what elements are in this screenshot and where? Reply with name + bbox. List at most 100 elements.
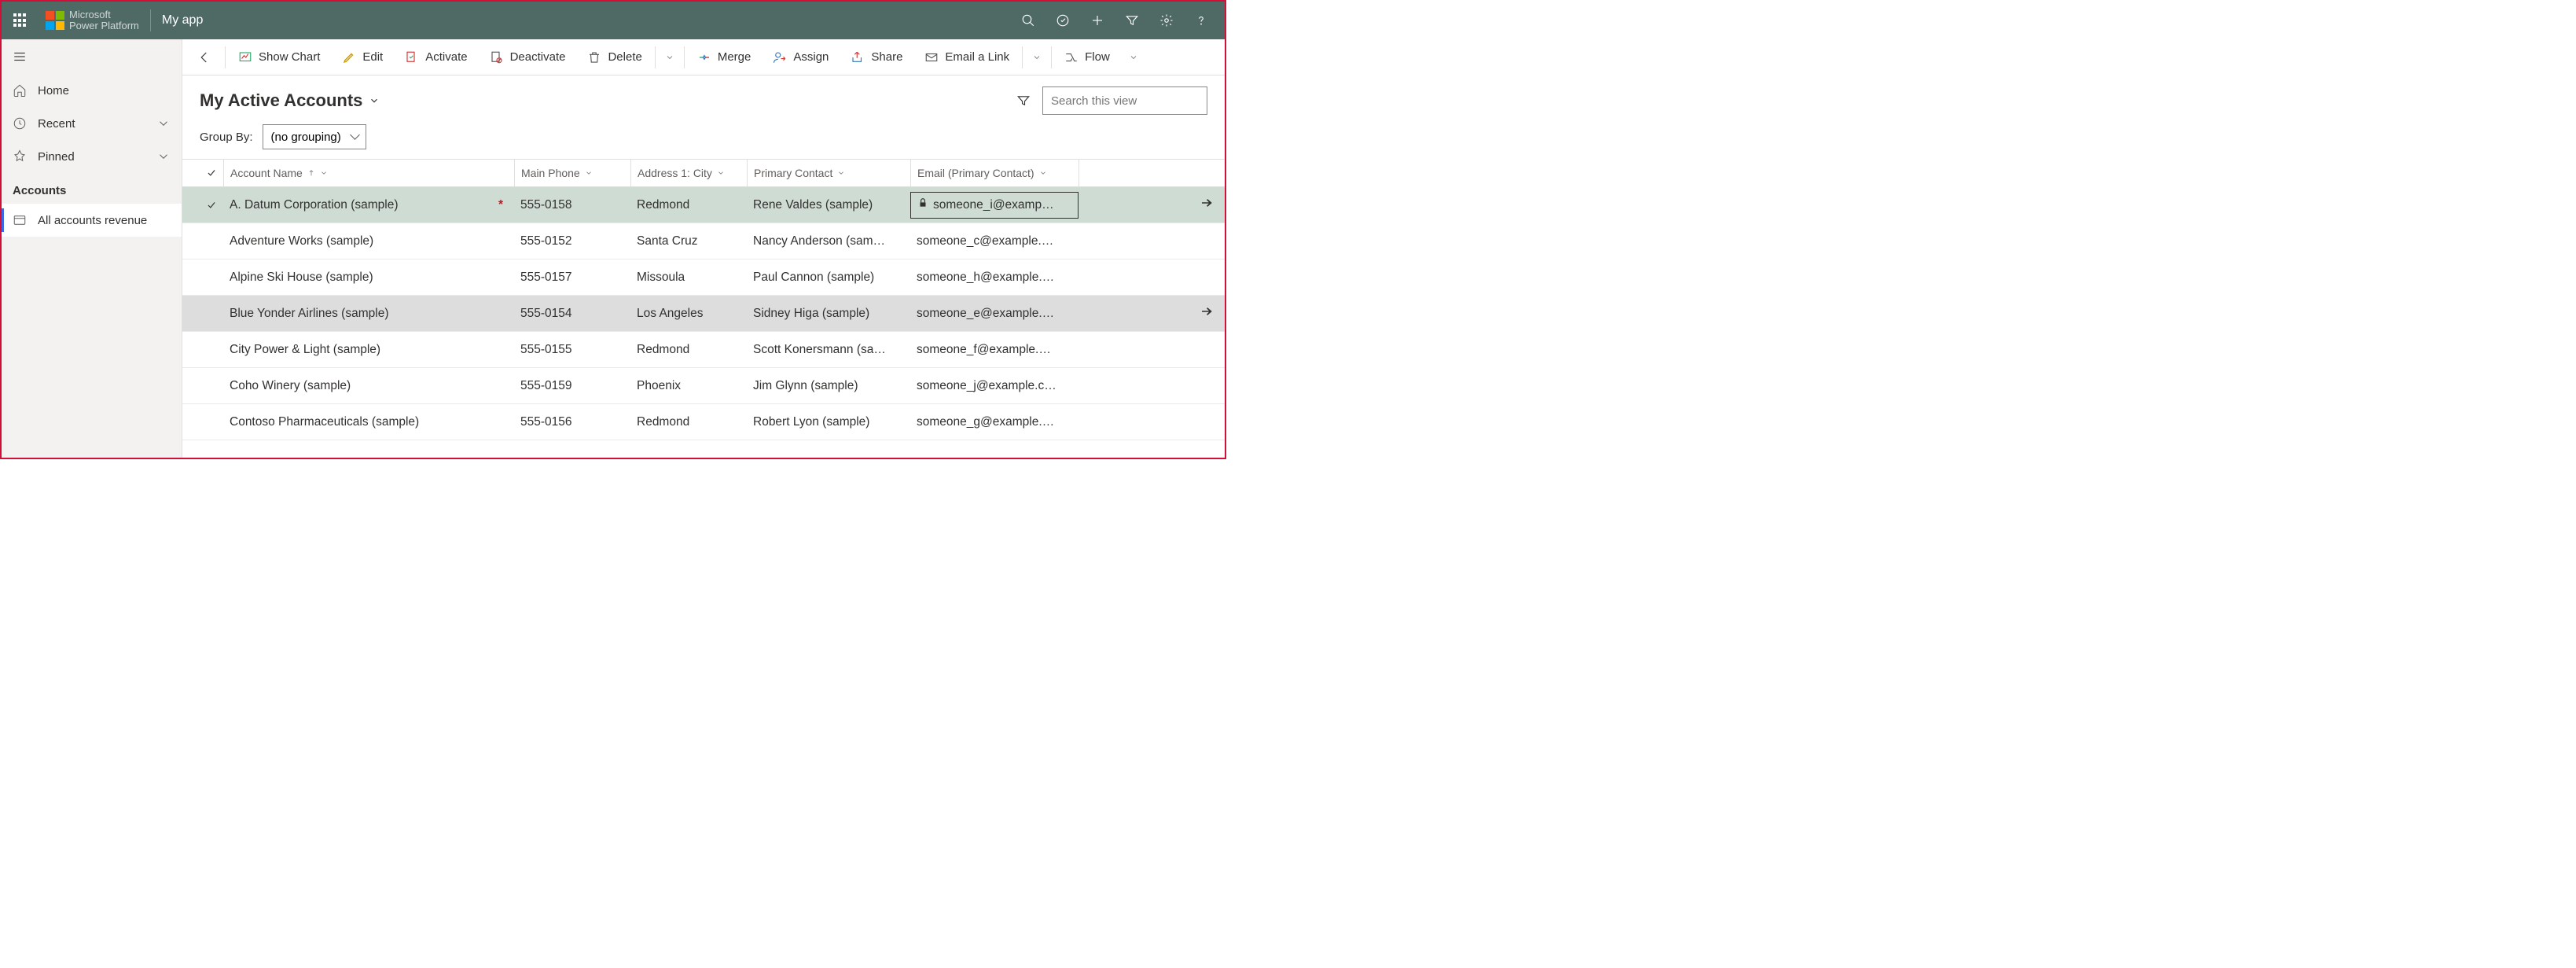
flow-button[interactable]: Flow (1053, 39, 1121, 75)
app-launcher-icon[interactable] (8, 8, 33, 33)
cell-main-phone[interactable]: 555-0155 (514, 343, 630, 357)
table-row[interactable]: City Power & Light (sample)555-0155Redmo… (182, 332, 1225, 368)
table-row[interactable]: Blue Yonder Airlines (sample)555-0154Los… (182, 296, 1225, 332)
table-row[interactable]: Adventure Works (sample)555-0152Santa Cr… (182, 223, 1225, 259)
cmd-label: Flow (1085, 50, 1110, 64)
delete-split-button[interactable] (657, 53, 682, 62)
cell-account-name[interactable]: A. Datum Corporation (sample)* (223, 198, 514, 212)
column-account-name[interactable]: Account Name (223, 160, 514, 186)
cell-primary-contact[interactable]: Rene Valdes (sample) (747, 198, 910, 212)
cell-account-name[interactable]: Coho Winery (sample) (223, 379, 514, 393)
cell-city[interactable]: Missoula (630, 271, 747, 285)
cell-primary-contact[interactable]: Scott Konersmann (sa… (747, 343, 910, 357)
cell-main-phone[interactable]: 555-0157 (514, 271, 630, 285)
sidebar-toggle[interactable] (2, 39, 182, 74)
email-split-button[interactable] (1024, 53, 1049, 62)
sidebar-item-home[interactable]: Home (2, 74, 182, 107)
table-row[interactable]: Coho Winery (sample)555-0159PhoenixJim G… (182, 368, 1225, 404)
cell-email[interactable]: someone_g@example.… (910, 415, 1079, 429)
cell-email[interactable]: someone_j@example.c… (910, 379, 1079, 393)
select-all-checkbox[interactable] (200, 167, 223, 179)
cell-primary-contact[interactable]: Sidney Higa (sample) (747, 307, 910, 321)
cell-main-phone[interactable]: 555-0159 (514, 379, 630, 393)
share-icon (851, 50, 865, 64)
main-area: Show Chart Edit Activate Deactivate Dele… (182, 39, 1225, 458)
column-primary-contact[interactable]: Primary Contact (747, 160, 910, 186)
settings-icon[interactable] (1149, 2, 1184, 39)
cell-account-name[interactable]: Blue Yonder Airlines (sample) (223, 307, 514, 321)
row-checkbox[interactable] (200, 200, 223, 211)
flow-split-button[interactable] (1121, 53, 1146, 62)
merge-icon (697, 50, 711, 64)
cell-main-phone[interactable]: 555-0158 (514, 198, 630, 212)
column-email[interactable]: Email (Primary Contact) (910, 160, 1079, 186)
cell-main-phone[interactable]: 555-0156 (514, 415, 630, 429)
cell-city[interactable]: Los Angeles (630, 307, 747, 321)
view-selector[interactable]: My Active Accounts (200, 90, 380, 111)
grid-body[interactable]: A. Datum Corporation (sample)*555-0158Re… (182, 187, 1225, 440)
table-row[interactable]: Alpine Ski House (sample)555-0157Missoul… (182, 259, 1225, 296)
cell-actions (1079, 304, 1225, 322)
cell-city[interactable]: Redmond (630, 415, 747, 429)
table-row[interactable]: A. Datum Corporation (sample)*555-0158Re… (182, 187, 1225, 223)
group-by-select[interactable]: (no grouping) (263, 124, 366, 149)
sidebar-item-label: All accounts revenue (38, 214, 147, 227)
pin-icon (13, 149, 27, 164)
column-label: Main Phone (521, 167, 580, 179)
column-city[interactable]: Address 1: City (630, 160, 747, 186)
cell-email[interactable]: someone_e@example.… (910, 307, 1079, 321)
sidebar-item-recent[interactable]: Recent (2, 107, 182, 140)
cell-city[interactable]: Redmond (630, 198, 747, 212)
open-record-arrow-icon[interactable] (1200, 196, 1214, 214)
cell-primary-contact[interactable]: Nancy Anderson (sam… (747, 234, 910, 248)
divider (225, 46, 226, 68)
email-link-button[interactable]: Email a Link (913, 39, 1020, 75)
trash-icon (587, 50, 601, 64)
email-icon (924, 50, 939, 64)
cell-account-name[interactable]: Alpine Ski House (sample) (223, 271, 514, 285)
add-icon[interactable] (1080, 2, 1115, 39)
cell-city[interactable]: Phoenix (630, 379, 747, 393)
app-name[interactable]: My app (162, 13, 203, 28)
cmd-label: Deactivate (510, 50, 566, 64)
table-row[interactable]: Contoso Pharmaceuticals (sample)555-0156… (182, 404, 1225, 440)
sidebar-item-label: Recent (38, 117, 75, 131)
cell-email[interactable]: someone_i@examp… (910, 192, 1079, 219)
cell-city[interactable]: Santa Cruz (630, 234, 747, 248)
chevron-down-icon (585, 169, 593, 177)
merge-button[interactable]: Merge (686, 39, 763, 75)
cell-primary-contact[interactable]: Jim Glynn (sample) (747, 379, 910, 393)
cell-city[interactable]: Redmond (630, 343, 747, 357)
grid-header: Account Name Main Phone Address 1: City … (182, 159, 1225, 187)
cell-email[interactable]: someone_h@example.… (910, 271, 1079, 285)
task-icon[interactable] (1045, 2, 1080, 39)
search-input[interactable] (1042, 86, 1207, 115)
filter-icon[interactable] (1115, 2, 1149, 39)
filter-button[interactable] (1009, 86, 1038, 115)
open-record-arrow-icon[interactable] (1200, 304, 1214, 322)
cell-email[interactable]: someone_f@example.… (910, 343, 1079, 357)
cell-main-phone[interactable]: 555-0154 (514, 307, 630, 321)
sidebar-item-pinned[interactable]: Pinned (2, 140, 182, 173)
column-label: Address 1: City (638, 167, 712, 179)
cell-account-name[interactable]: Adventure Works (sample) (223, 234, 514, 248)
cell-main-phone[interactable]: 555-0152 (514, 234, 630, 248)
cell-primary-contact[interactable]: Paul Cannon (sample) (747, 271, 910, 285)
cell-account-name[interactable]: Contoso Pharmaceuticals (sample) (223, 415, 514, 429)
share-button[interactable]: Share (840, 39, 913, 75)
cell-primary-contact[interactable]: Robert Lyon (sample) (747, 415, 910, 429)
edit-button[interactable]: Edit (331, 39, 394, 75)
assign-button[interactable]: Assign (762, 39, 840, 75)
back-button[interactable] (186, 50, 223, 64)
column-main-phone[interactable]: Main Phone (514, 160, 630, 186)
deactivate-button[interactable]: Deactivate (479, 39, 577, 75)
divider (655, 46, 656, 68)
help-icon[interactable] (1184, 2, 1218, 39)
cell-account-name[interactable]: City Power & Light (sample) (223, 343, 514, 357)
show-chart-button[interactable]: Show Chart (227, 39, 331, 75)
sidebar-item-all-accounts-revenue[interactable]: All accounts revenue (2, 204, 182, 237)
search-icon[interactable] (1011, 2, 1045, 39)
activate-button[interactable]: Activate (394, 39, 478, 75)
cell-email[interactable]: someone_c@example.… (910, 234, 1079, 248)
delete-button[interactable]: Delete (576, 39, 652, 75)
